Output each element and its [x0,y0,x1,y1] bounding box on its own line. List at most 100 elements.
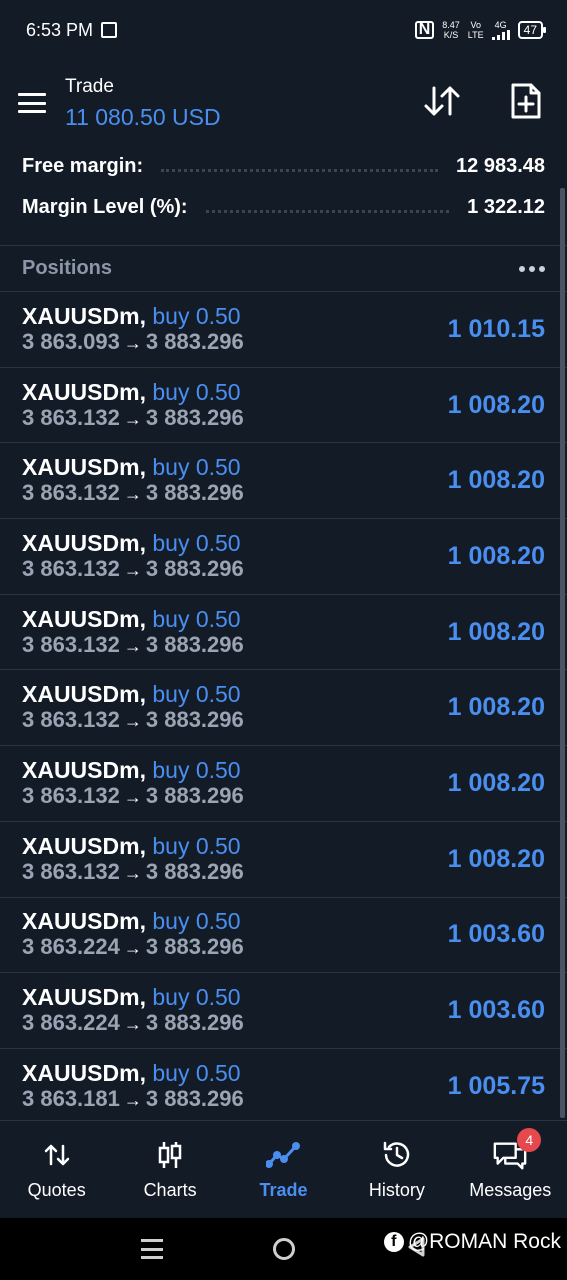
current-price: 3 883.296 [145,631,244,657]
watermark-text: @ROMAN Rock [407,1230,561,1253]
position-prices: 3 863.132 → 3 883.296 [22,480,244,507]
current-price: 3 883.296 [145,328,244,354]
tab-trade[interactable]: Trade [228,1138,338,1201]
position-symbol: XAUUSDm, [22,605,146,632]
position-symbol: XAUUSDm, [22,681,146,708]
arrow-right-icon: → [123,332,142,353]
network-speed: 8.47 K/S [442,20,460,40]
position-row[interactable]: XAUUSDm, buy 0.50 3 863.132 → 3 883.296 1 00… [0,746,567,822]
position-prices: 3 863.093 → 3 883.296 [22,329,244,356]
current-price: 3 883.296 [145,480,244,506]
open-price: 3 863.132 [22,404,120,430]
tab-quotes[interactable]: Quotes [2,1138,112,1201]
current-price: 3 883.296 [145,1085,244,1111]
position-info: XAUUSDm, buy 0.50 3 863.181 → 3 883.296 [22,1060,244,1113]
position-title: XAUUSDm, buy 0.50 [22,681,244,707]
position-row[interactable]: XAUUSDm, buy 0.50 3 863.132 → 3 883.296 1 00… [0,595,567,671]
open-price: 3 863.132 [22,858,120,884]
signal-icon [491,30,510,40]
margin-level-row: Margin Level (%): 1 322.12 [22,187,545,228]
tab-label: Messages [469,1180,552,1200]
position-symbol: XAUUSDm, [22,908,146,935]
position-title: XAUUSDm, buy 0.50 [22,379,244,405]
position-row[interactable]: XAUUSDm, buy 0.50 3 863.224 → 3 883.296 1 00… [0,973,567,1049]
position-side: buy 0.50 [152,529,241,556]
current-price: 3 883.296 [145,555,244,581]
signal-indicator: 4G [491,20,510,40]
hamburger-menu-icon[interactable] [18,93,46,113]
position-symbol: XAUUSDm, [22,378,146,405]
tab-messages[interactable]: Messages 4 [455,1128,565,1201]
position-row[interactable]: XAUUSDm, buy 0.50 3 863.224 → 3 883.296 1 00… [0,898,567,974]
current-price: 3 883.296 [145,707,244,733]
position-side: buy 0.50 [152,908,241,935]
recent-apps-icon[interactable] [140,1239,163,1259]
arrow-right-icon: → [123,559,142,580]
new-order-button[interactable] [507,82,545,120]
more-options-icon[interactable] [519,265,545,272]
sort-button[interactable] [423,82,461,120]
home-icon[interactable] [272,1238,295,1260]
free-margin-row: Free margin: 12 983.48 [22,146,545,187]
position-row[interactable]: XAUUSDm, buy 0.50 3 863.132 → 3 883.296 1 00… [0,443,567,520]
dotted-leader [205,210,450,213]
position-prices: 3 863.132 → 3 883.296 [22,707,244,734]
position-prices: 3 863.224 → 3 883.296 [22,934,244,961]
position-side: buy 0.50 [152,681,241,708]
volte-top: Vo [470,20,481,30]
position-profit: 1 008.20 [447,693,545,722]
scrollbar[interactable] [560,188,565,1118]
position-info: XAUUSDm, buy 0.50 3 863.224 → 3 883.296 [22,908,244,961]
position-title: XAUUSDm, buy 0.50 [22,530,244,556]
tab-label: Charts [143,1180,197,1200]
position-symbol: XAUUSDm, [22,529,146,556]
open-price: 3 863.132 [22,707,120,733]
open-price: 3 863.181 [22,1085,120,1111]
position-side: buy 0.50 [152,605,241,632]
position-symbol: XAUUSDm, [22,756,146,783]
margin-level-label: Margin Level (%): [22,196,188,218]
network-speed-unit: K/S [443,30,459,40]
position-profit: 1 008.20 [447,617,545,646]
position-title: XAUUSDm, buy 0.50 [22,908,244,934]
position-symbol: XAUUSDm, [22,832,146,859]
position-symbol: XAUUSDm, [22,454,146,481]
position-prices: 3 863.132 → 3 883.296 [22,556,244,583]
position-row[interactable]: XAUUSDm, buy 0.50 3 863.132 → 3 883.296 1 00… [0,519,567,595]
free-margin-label: Free margin: [22,155,144,177]
open-price: 3 863.093 [22,328,120,354]
arrow-right-icon: → [123,711,142,732]
status-bar: 6:53 PM N 8.47 K/S Vo LTE 4G 47 [0,0,567,60]
new-order-icon [511,83,541,119]
arrow-right-icon: → [123,1014,142,1035]
free-margin-value: 12 983.48 [456,155,545,177]
position-title: XAUUSDm, buy 0.50 [22,757,244,783]
position-side: buy 0.50 [152,756,241,783]
position-info: XAUUSDm, buy 0.50 3 863.132 → 3 883.296 [22,454,244,507]
account-summary: Free margin: 12 983.48 Margin Level (%):… [0,146,567,228]
position-symbol: XAUUSDm, [22,1059,146,1086]
account-balance: 11 080.50 USD [65,103,221,130]
position-row[interactable]: XAUUSDm, buy 0.50 3 863.093 → 3 883.296 1 01… [0,292,567,368]
position-row[interactable]: XAUUSDm, buy 0.50 3 863.132 → 3 883.296 1 00… [0,368,567,444]
history-icon [379,1138,415,1172]
bottom-tab-bar: Quotes Charts Trade History Messages 4 [0,1120,567,1218]
position-info: XAUUSDm, buy 0.50 3 863.224 → 3 883.296 [22,984,244,1037]
position-row[interactable]: XAUUSDm, buy 0.50 3 863.132 → 3 883.296 1 00… [0,822,567,898]
position-symbol: XAUUSDm, [22,984,146,1011]
tab-history[interactable]: History [342,1138,452,1201]
battery-icon: 47 [517,21,547,39]
trade-icon [265,1138,301,1172]
position-info: XAUUSDm, buy 0.50 3 863.093 → 3 883.296 [22,303,244,356]
open-price: 3 863.132 [22,631,120,657]
position-row[interactable]: XAUUSDm, buy 0.50 3 863.132 → 3 883.296 1 00… [0,670,567,747]
open-price: 3 863.224 [22,934,120,960]
position-prices: 3 863.132 → 3 883.296 [22,405,244,432]
position-side: buy 0.50 [152,832,241,859]
position-row[interactable]: XAUUSDm, buy 0.50 3 863.181 → 3 883.296 1 00… [0,1049,567,1125]
current-price: 3 883.296 [145,782,244,808]
current-price: 3 883.296 [145,934,244,960]
unread-badge: 4 [517,1128,542,1152]
volte-bottom: LTE [467,30,484,40]
tab-charts[interactable]: Charts [115,1138,225,1201]
